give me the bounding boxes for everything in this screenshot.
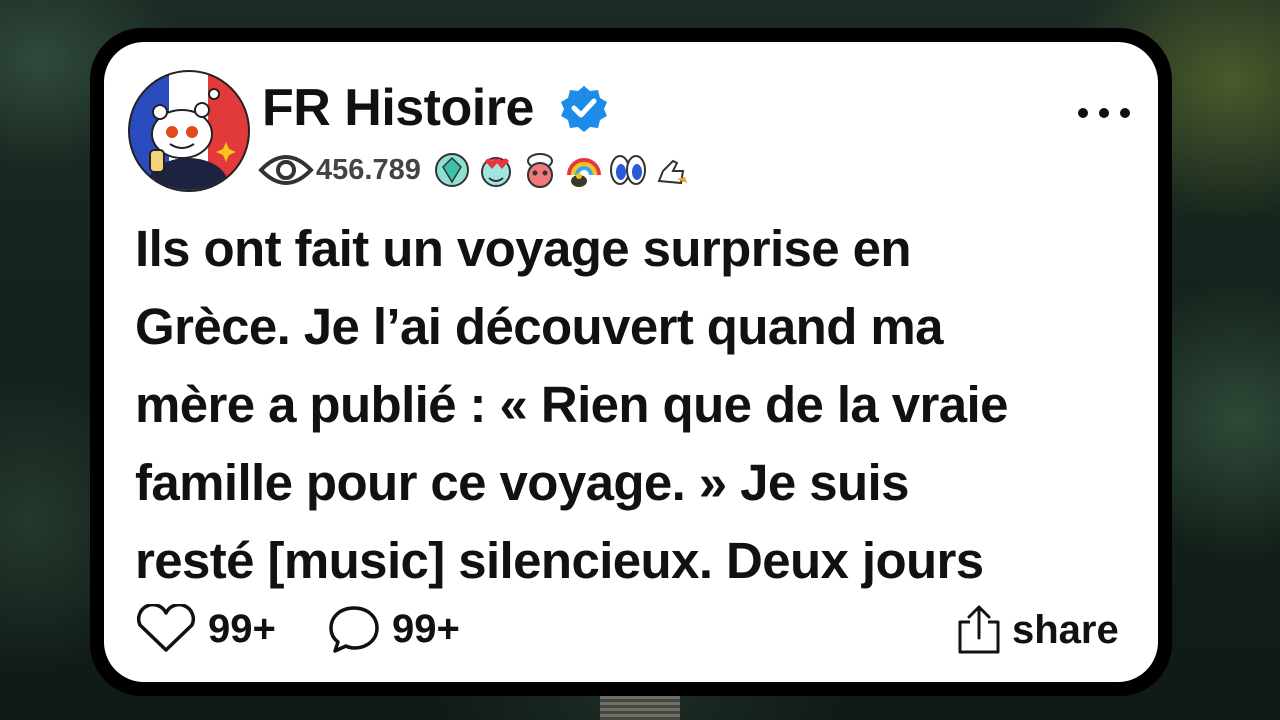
share-button[interactable]: share [956, 604, 1119, 656]
heart-eyes-award-icon[interactable] [477, 151, 515, 189]
comment-count: 99+ [392, 606, 460, 651]
author-name[interactable]: FR Histoire [262, 78, 534, 138]
share-icon [958, 605, 1000, 654]
post-text-line: Grèce. Je l’ai découvert quand ma [135, 298, 943, 355]
view-count: 456.789 [316, 153, 421, 186]
thumbs-up-rocket-award-icon[interactable] [653, 151, 691, 189]
eye-icon [258, 155, 314, 185]
more-options-button[interactable] [1078, 96, 1130, 130]
reddit-snoo-icon [148, 88, 236, 190]
post-text-line: mère a publié : « Rien que de la vraie [135, 376, 1008, 433]
more-dot-icon [1078, 108, 1088, 118]
comment-bubble-icon [329, 606, 379, 653]
post-text-line: Ils ont fait un voyage surprise en [135, 220, 912, 277]
eyes-award-icon[interactable] [609, 151, 647, 189]
post-text-line: resté [music] silencieux. Deux jours [135, 532, 984, 589]
more-dot-icon [1120, 108, 1130, 118]
heart-icon [136, 604, 196, 652]
verified-badge-icon [561, 86, 607, 132]
author-avatar[interactable] [128, 70, 250, 192]
post-body: Ils ont fait un voyage surprise en Grèce… [135, 210, 1145, 600]
chef-award-icon[interactable] [521, 151, 559, 189]
more-dot-icon [1099, 108, 1109, 118]
comment-button[interactable]: 99+ [326, 604, 460, 654]
like-count: 99+ [208, 606, 276, 651]
share-label: share [1012, 607, 1119, 652]
turquoise-gem-award-icon[interactable] [433, 151, 471, 189]
like-button[interactable]: 99+ [134, 604, 276, 654]
post-text-line: famille pour ce voyage. » Je suis [135, 454, 909, 511]
rainbow-pot-award-icon[interactable] [565, 151, 603, 189]
post-meta-row: 456.789 [258, 148, 697, 192]
